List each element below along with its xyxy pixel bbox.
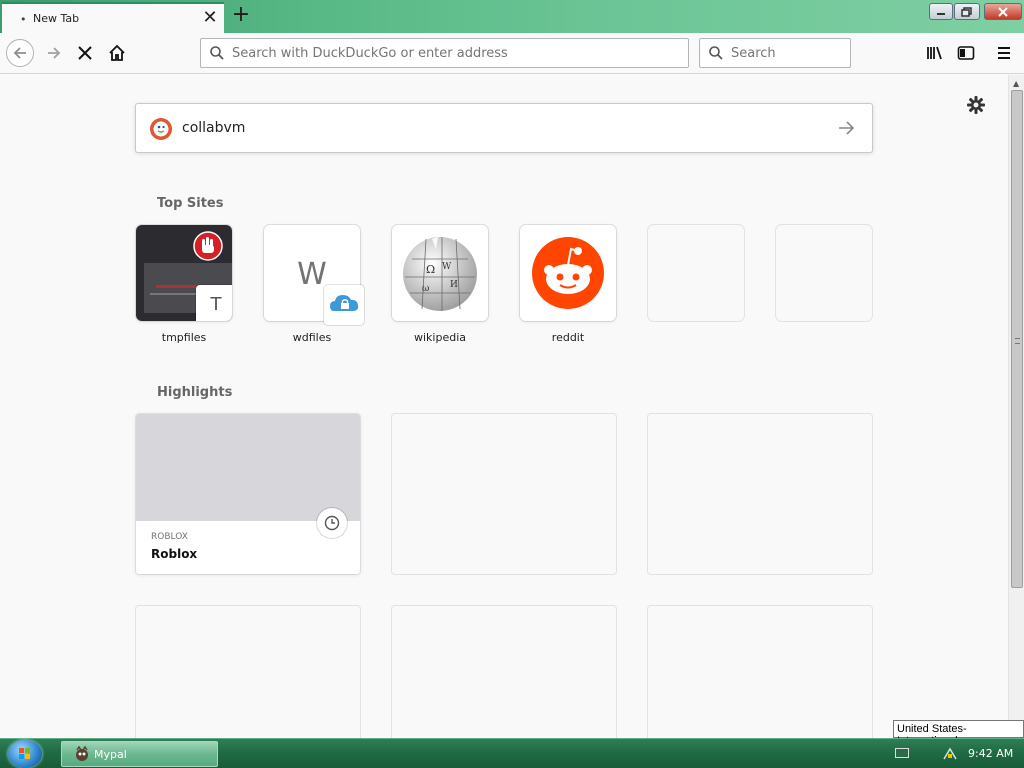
scrollbar-thumb[interactable] (1011, 90, 1023, 588)
library-icon (927, 46, 942, 60)
tile-icon-badge (324, 285, 364, 325)
highlights-heading: Highlights (157, 385, 233, 400)
restore-icon (961, 6, 972, 17)
stop-hand-icon (193, 231, 223, 261)
svg-text:Ω: Ω (426, 263, 435, 276)
close-icon (998, 6, 1008, 17)
sidebar-icon (957, 46, 975, 60)
home-button[interactable] (103, 39, 131, 67)
taskbar: Mypal 9:42 AM (0, 738, 1024, 768)
cloud-lock-icon (330, 295, 359, 311)
url-bar[interactable] (200, 38, 689, 68)
tab-new-tab[interactable]: • New Tab ✕ (2, 2, 224, 33)
stop-icon (78, 46, 92, 60)
tab-loading-dot: • (20, 13, 27, 26)
network-icon[interactable] (942, 745, 958, 761)
search-input[interactable] (731, 44, 841, 62)
new-tab-page: collabvm Top Sites T tmpfiles W wdfiles (0, 75, 1008, 738)
mypal-app-icon (76, 746, 88, 761)
reddit-icon (532, 237, 604, 309)
svg-text:W: W (442, 262, 452, 272)
highlight-empty-slot (136, 606, 360, 738)
hamburger-menu-icon (998, 47, 1010, 59)
highlight-empty-slot (392, 414, 616, 574)
newtab-search-box[interactable]: collabvm (135, 103, 873, 153)
taskbar-item-mypal[interactable]: Mypal (61, 741, 218, 767)
highlight-card-roblox[interactable]: ROBLOX Roblox (136, 414, 360, 574)
highlight-empty-slot (648, 606, 872, 738)
search-icon (210, 46, 224, 60)
restore-button[interactable] (954, 3, 980, 20)
window-close-button[interactable] (984, 3, 1022, 20)
navigation-toolbar (0, 33, 1024, 74)
new-tab-button[interactable]: + (230, 2, 252, 27)
top-site-tile-wikipedia[interactable]: Ω W И ω (392, 225, 488, 321)
search-box-value: collabvm (182, 120, 246, 136)
search-icon (709, 46, 723, 60)
top-site-tile-wdfiles[interactable]: W (264, 225, 364, 325)
keyboard-icon[interactable] (895, 748, 909, 758)
taskbar-item-label: Mypal (94, 748, 127, 761)
duckduckgo-icon (150, 118, 172, 140)
history-badge (317, 508, 347, 538)
menu-button[interactable] (990, 39, 1018, 67)
search-bar[interactable] (699, 38, 851, 68)
top-site-label[interactable]: tmpfiles (136, 331, 232, 344)
top-site-empty-slot (776, 225, 872, 321)
scrollbar-grip (1015, 338, 1020, 344)
url-input[interactable] (232, 44, 672, 62)
library-button[interactable] (921, 39, 949, 67)
back-arrow-icon (13, 47, 26, 59)
svg-text:ω: ω (422, 284, 429, 294)
language-tooltip: United States-International (893, 720, 1024, 747)
highlight-title: Roblox (151, 547, 198, 561)
top-site-tile-reddit[interactable] (520, 225, 616, 321)
tab-title: New Tab (33, 12, 80, 25)
top-site-label[interactable]: reddit (520, 331, 616, 344)
top-site-label[interactable]: wdfiles (264, 331, 360, 344)
back-button[interactable] (6, 39, 34, 67)
highlight-source: ROBLOX (151, 532, 188, 542)
tab-close-icon[interactable]: ✕ (202, 7, 218, 28)
clock-icon (324, 515, 340, 531)
stop-button[interactable] (71, 39, 99, 67)
minimize-icon (937, 12, 945, 15)
wikipedia-globe-icon: Ω W И ω (403, 237, 477, 311)
forward-button[interactable] (40, 39, 68, 67)
svg-text:И: И (450, 280, 458, 290)
forward-arrow-icon (48, 47, 61, 59)
sidebar-button[interactable] (952, 39, 980, 67)
scroll-up-icon[interactable]: ▲ (1013, 79, 1019, 88)
minimize-button[interactable] (929, 3, 953, 20)
start-button[interactable] (8, 740, 42, 768)
tile-letter-badge: T (196, 285, 232, 321)
taskbar-clock[interactable]: 9:42 AM (968, 747, 1013, 760)
top-site-empty-slot (648, 225, 744, 321)
top-site-tile-tmpfiles[interactable]: T (136, 225, 232, 321)
gear-icon[interactable] (965, 94, 987, 116)
top-sites-heading: Top Sites (157, 196, 224, 211)
highlight-thumbnail (136, 414, 360, 521)
vertical-scrollbar[interactable]: ▲ (1008, 75, 1024, 738)
title-bar: • New Tab ✕ + (0, 0, 1024, 33)
windows-logo-icon (19, 748, 30, 759)
home-icon (109, 44, 125, 61)
go-arrow-icon[interactable] (836, 118, 856, 138)
highlight-empty-slot (648, 414, 872, 574)
top-site-label[interactable]: wikipedia (392, 331, 488, 344)
highlight-empty-slot (392, 606, 616, 738)
